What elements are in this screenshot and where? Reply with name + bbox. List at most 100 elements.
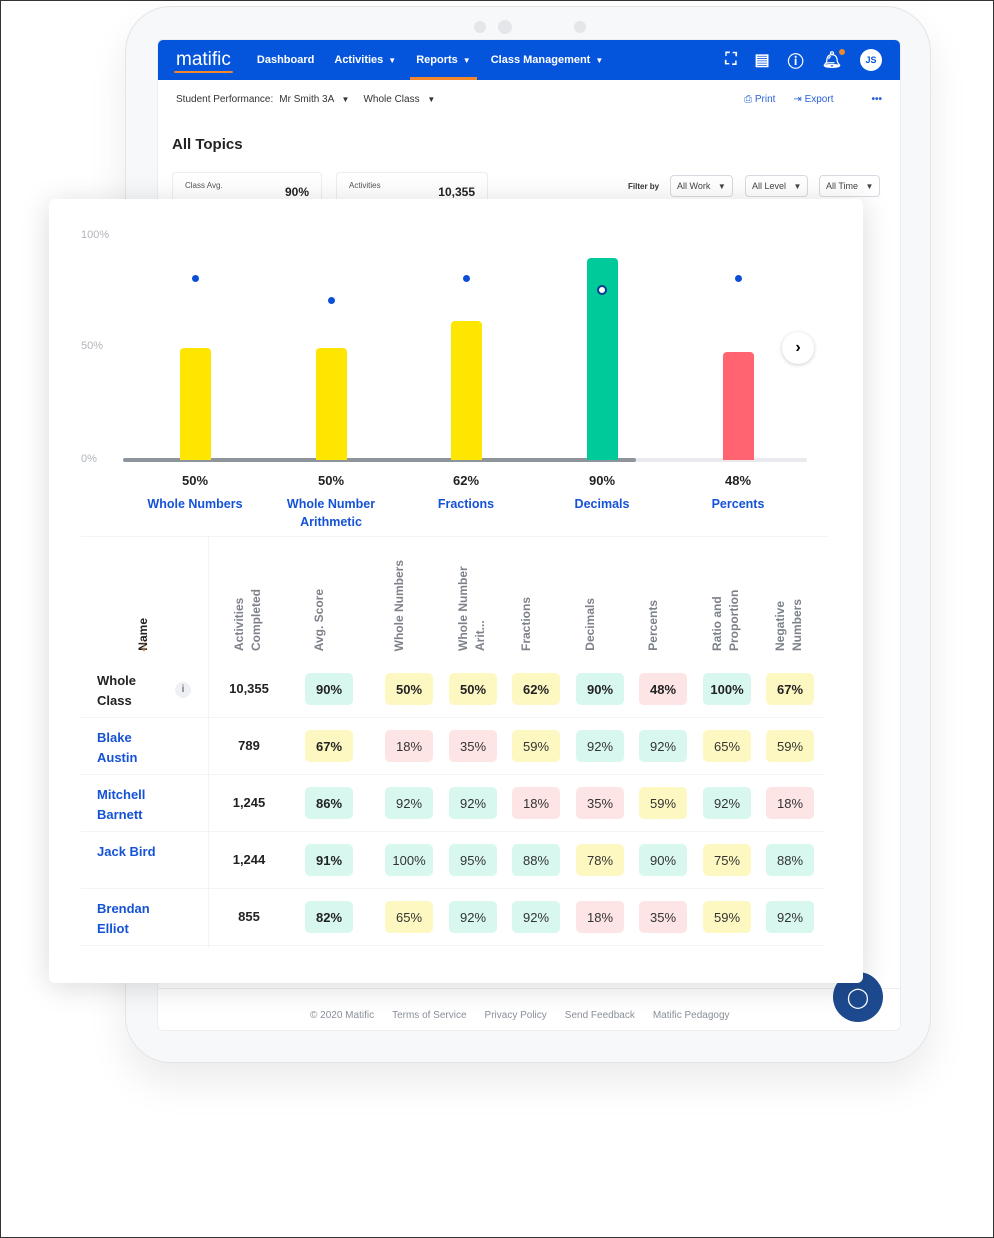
work-filter[interactable]: All Work ▼	[670, 175, 733, 197]
nav-class-management[interactable]: Class Management ▼	[491, 40, 604, 80]
score-cell[interactable]: 50%	[449, 673, 497, 705]
column-header[interactable]: Name ↓	[114, 551, 174, 655]
score-cell[interactable]: 92%	[449, 901, 497, 933]
feedback-link[interactable]: Send Feedback	[565, 1010, 635, 1021]
help-icon[interactable]: ⓘ	[788, 48, 804, 72]
nav-activities[interactable]: Activities ▼	[334, 40, 396, 80]
score-cell[interactable]: 59%	[639, 787, 687, 819]
column-header[interactable]: Negative Numbers	[760, 551, 820, 651]
score-cell[interactable]: 92%	[576, 730, 624, 762]
column-header[interactable]: Avg. Score	[299, 551, 359, 651]
score-cell[interactable]: 90%	[639, 844, 687, 876]
score-cell[interactable]: 59%	[512, 730, 560, 762]
category-link[interactable]: Whole Numbers	[135, 495, 255, 513]
category-link[interactable]: Decimals	[542, 495, 662, 513]
column-header[interactable]: Ratio and Proportion	[697, 551, 757, 651]
nav-dashboard[interactable]: Dashboard	[257, 40, 314, 80]
info-icon[interactable]: i	[175, 682, 191, 698]
score-cell[interactable]: 35%	[576, 787, 624, 819]
score-cell[interactable]: 88%	[766, 844, 814, 876]
terms-link[interactable]: Terms of Service	[392, 1010, 466, 1021]
column-header-label: Negative Numbers	[773, 598, 804, 651]
score-cell[interactable]: 92%	[639, 730, 687, 762]
caret-down-icon: ▼	[865, 182, 874, 191]
score-cell[interactable]: 48%	[639, 673, 687, 705]
pedagogy-link[interactable]: Matific Pedagogy	[653, 1010, 730, 1021]
score-cell[interactable]: 78%	[576, 844, 624, 876]
score-cell[interactable]: 62%	[512, 673, 560, 705]
export-button[interactable]: ⇥ Export	[793, 94, 833, 105]
chat-icon: ◯	[846, 986, 870, 1009]
activities-count: 1,244	[232, 852, 266, 867]
privacy-link[interactable]: Privacy Policy	[485, 1010, 547, 1021]
score-cell[interactable]: 59%	[766, 730, 814, 762]
score-cell[interactable]: 90%	[576, 673, 624, 705]
score-cell[interactable]: 92%	[385, 787, 433, 819]
next-button[interactable]: ›	[782, 332, 814, 364]
caret-down-icon: ▼	[717, 182, 726, 191]
score-cell[interactable]: 92%	[512, 901, 560, 933]
id-card-icon[interactable]: ▤	[755, 50, 770, 70]
score-cell[interactable]: 65%	[385, 901, 433, 933]
scope-value: Whole Class	[363, 93, 420, 105]
score-cell[interactable]: 18%	[512, 787, 560, 819]
page-title: All Topics	[172, 136, 243, 153]
class-value: Mr Smith 3A	[279, 93, 334, 105]
category-link[interactable]: Fractions	[406, 495, 526, 513]
student-link[interactable]: Brendan Elliot	[97, 899, 167, 939]
column-header[interactable]: Percents	[633, 551, 693, 651]
column-header-label: Decimals	[583, 598, 597, 651]
score-cell[interactable]: 67%	[766, 673, 814, 705]
matific-logo[interactable]: matific	[174, 49, 233, 73]
more-button[interactable]: •••	[871, 94, 882, 105]
marker-dot	[191, 275, 199, 283]
avatar[interactable]: JS	[860, 49, 882, 71]
bell-icon[interactable]: 🔔︎	[822, 49, 846, 70]
score-cell[interactable]: 92%	[449, 787, 497, 819]
topics-card: 100% 50% 0% › 50% Whole Numbers 50% Whole N…	[49, 199, 863, 983]
activities-count: 855	[238, 909, 260, 924]
level-filter[interactable]: All Level ▼	[745, 175, 809, 197]
map-icon[interactable]: ⛶	[725, 51, 736, 69]
student-link[interactable]: Blake Austin	[97, 728, 167, 768]
score-cell[interactable]: 65%	[703, 730, 751, 762]
category-link[interactable]: Whole Number Arithmetic	[271, 495, 391, 531]
student-link[interactable]: Mitchell Barnett	[97, 785, 167, 825]
score-cell[interactable]: 50%	[385, 673, 433, 705]
filter-value: All Level	[752, 181, 787, 191]
column-header[interactable]: Activities Completed	[219, 551, 279, 651]
score-cell[interactable]: 100%	[703, 673, 751, 705]
column-header[interactable]: Decimals	[570, 551, 630, 651]
score-cell[interactable]: 18%	[576, 901, 624, 933]
class-select[interactable]: Mr Smith 3A ▼	[279, 94, 349, 105]
report-label: Student Performance:	[176, 93, 274, 105]
score-cell[interactable]: 35%	[449, 730, 497, 762]
avg-score: 91%	[305, 844, 353, 876]
camera-dot	[474, 21, 486, 33]
category-link[interactable]: Percents	[678, 495, 798, 513]
sort-arrow-down-icon[interactable]: ↓	[140, 638, 148, 655]
student-link[interactable]: Jack Bird	[97, 842, 167, 862]
score-cell[interactable]: 18%	[766, 787, 814, 819]
column-header[interactable]: Whole Numbers	[379, 551, 439, 651]
score-cell[interactable]: 100%	[385, 844, 433, 876]
column-header[interactable]: Whole Number Arit...	[443, 551, 503, 651]
bar	[722, 352, 754, 460]
copyright: © 2020 Matific	[310, 1010, 375, 1021]
score-cell[interactable]: 92%	[703, 787, 751, 819]
time-filter[interactable]: All Time ▼	[819, 175, 881, 197]
score-cell[interactable]: 35%	[639, 901, 687, 933]
score-cell[interactable]: 75%	[703, 844, 751, 876]
score-cell[interactable]: 88%	[512, 844, 560, 876]
score-cell[interactable]: 59%	[703, 901, 751, 933]
caret-down-icon: ▼	[793, 182, 802, 191]
print-button[interactable]: ⎙ Print	[744, 94, 775, 105]
avg-score: 67%	[305, 730, 353, 762]
column-header[interactable]: Fractions	[506, 551, 566, 651]
scope-select[interactable]: Whole Class ▼	[363, 94, 435, 105]
y-tick: 0%	[81, 453, 97, 465]
score-cell[interactable]: 92%	[766, 901, 814, 933]
score-cell[interactable]: 18%	[385, 730, 433, 762]
nav-reports[interactable]: Reports ▼	[410, 40, 478, 80]
score-cell[interactable]: 95%	[449, 844, 497, 876]
